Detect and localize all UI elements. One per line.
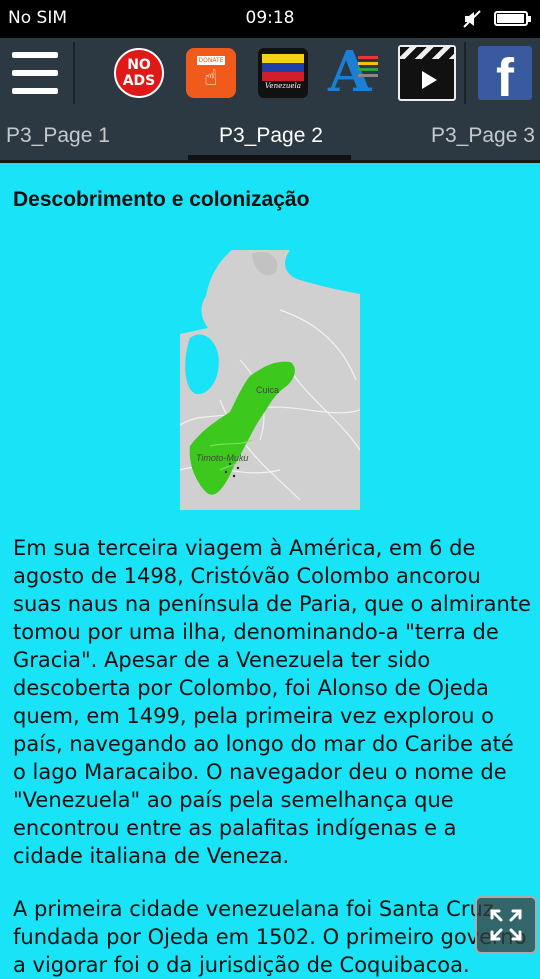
venezuela-flag-button[interactable]: Venezuela: [258, 48, 308, 98]
expand-icon: [490, 909, 522, 941]
venezuela-map-image: Cuica Timoto-Muku: [180, 250, 360, 510]
font-size-icon[interactable]: A: [328, 42, 378, 102]
toolbar-divider: [464, 42, 466, 104]
map-label-timoto-muku: Timoto-Muku: [196, 453, 248, 463]
tab-bar: P3_Page 1 P3_Page 2 P3_Page 3: [0, 108, 540, 163]
tab-page-2[interactable]: P3_Page 2: [219, 124, 323, 148]
map-label-cuica: Cuica: [256, 385, 279, 395]
donate-label: DONATE: [197, 56, 225, 65]
mute-icon: [463, 10, 481, 28]
hamburger-menu-icon[interactable]: [12, 52, 58, 94]
donate-button[interactable]: DONATE ☝: [186, 48, 236, 98]
tab-page-3[interactable]: P3_Page 3: [431, 124, 535, 148]
toolbar-divider: [73, 42, 75, 104]
fullscreen-button[interactable]: [475, 896, 537, 954]
toolbar: NO ADS DONATE ☝ Venezuela A f: [0, 38, 540, 108]
tab-page-1[interactable]: P3_Page 1: [6, 124, 110, 148]
article-heading: Descobrimento e colonização: [13, 188, 310, 211]
battery-icon: [494, 11, 531, 26]
flag-label: Venezuela: [265, 82, 301, 90]
video-clapper-icon[interactable]: [398, 45, 456, 101]
article-paragraph: Em sua terceira viagem à América, em 6 d…: [13, 536, 531, 868]
article-paragraph: A primeira cidade venezuelana foi Santa …: [13, 897, 527, 977]
no-ads-button[interactable]: NO ADS: [114, 48, 164, 98]
pointer-hand-icon: ☝: [204, 66, 218, 91]
clock: 09:18: [245, 8, 295, 28]
status-bar: No SIM 09:18: [0, 0, 540, 38]
tab-indicator: [188, 155, 351, 160]
facebook-button[interactable]: f: [478, 46, 532, 100]
